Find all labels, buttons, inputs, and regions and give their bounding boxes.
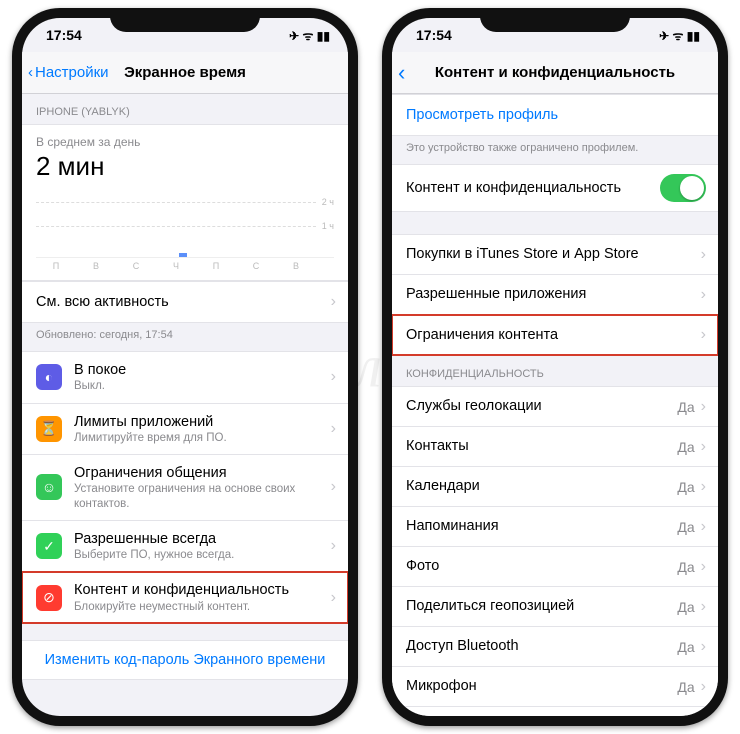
phone-right: 17:54 ✈ ᯤ ▮▮ ‹ Контент и конфиденциально…	[382, 8, 728, 726]
content-privacy-row[interactable]: ⊘ Контент и конфиденциальность Блокируйт…	[22, 572, 348, 623]
downtime-row[interactable]: ◐ В покое Выкл. ›	[22, 352, 348, 404]
status-icons: ✈ ᯤ ▮▮	[659, 27, 700, 44]
chevron-right-icon: ›	[331, 420, 336, 438]
see-all-activity[interactable]: См. всю активность ›	[22, 282, 348, 322]
hourglass-icon: ⏳	[36, 416, 62, 442]
privacy-photos-row[interactable]: Фото Да ›	[392, 547, 718, 587]
status-time: 17:54	[416, 27, 452, 43]
page-title: Контент и конфиденциальность	[435, 64, 675, 81]
view-profile-row[interactable]: Просмотреть профиль	[392, 95, 718, 135]
content-privacy-toggle-row: Контент и конфиденциальность	[392, 165, 718, 211]
privacy-microphone-row[interactable]: Микрофон Да ›	[392, 667, 718, 707]
privacy-contacts-row[interactable]: Контакты Да ›	[392, 427, 718, 467]
avg-label: В среднем за день	[36, 135, 334, 149]
chevron-left-icon: ‹	[398, 60, 405, 86]
allowed-apps-row[interactable]: Разрешенные приложения ›	[392, 275, 718, 315]
moon-icon: ◐	[36, 364, 62, 390]
chevron-right-icon: ›	[331, 293, 336, 311]
phone-left: 17:54 ✈ ᯤ ▮▮ ‹ Настройки Экранное время …	[12, 8, 358, 726]
avg-value: 2 мин	[36, 151, 334, 182]
profile-footer: Это устройство также ограничено профилем…	[392, 136, 718, 164]
chevron-right-icon: ›	[701, 398, 706, 416]
privacy-location-row[interactable]: Службы геолокации Да ›	[392, 387, 718, 427]
privacy-bluetooth-row[interactable]: Доступ Bluetooth Да ›	[392, 627, 718, 667]
chart-gridlabel: 1 ч	[322, 221, 334, 231]
content-privacy-toggle[interactable]	[660, 174, 706, 202]
chevron-right-icon: ›	[701, 598, 706, 616]
chevron-right-icon: ›	[701, 286, 706, 304]
privacy-reminders-row[interactable]: Напоминания Да ›	[392, 507, 718, 547]
back-label: Настройки	[35, 64, 109, 81]
status-icons: ✈ ᯤ ▮▮	[289, 27, 330, 44]
chevron-right-icon: ›	[701, 326, 706, 344]
chart-bar	[179, 253, 187, 257]
notch	[480, 8, 630, 32]
chevron-right-icon: ›	[331, 368, 336, 386]
always-allowed-row[interactable]: ✓ Разрешенные всегда Выберите ПО, нужное…	[22, 521, 348, 573]
chevron-right-icon: ›	[701, 438, 706, 456]
status-time: 17:54	[46, 27, 82, 43]
app-limits-row[interactable]: ⏳ Лимиты приложений Лимитируйте время дл…	[22, 404, 348, 456]
chart-days: П В С Ч П С В	[36, 261, 316, 271]
chevron-right-icon: ›	[701, 638, 706, 656]
updated-label: Обновлено: сегодня, 17:54	[22, 323, 348, 351]
chevron-right-icon: ›	[331, 537, 336, 555]
back-button[interactable]: ‹ Настройки	[28, 64, 109, 81]
chart-gridlabel: 2 ч	[322, 197, 334, 207]
itunes-purchases-row[interactable]: Покупки в iTunes Store и App Store ›	[392, 235, 718, 275]
communication-limits-row[interactable]: ☺ Ограничения общения Установите огранич…	[22, 455, 348, 521]
chevron-right-icon: ›	[701, 678, 706, 696]
page-title: Экранное время	[124, 64, 246, 81]
content-restrictions-row[interactable]: Ограничения контента ›	[392, 315, 718, 355]
chevron-right-icon: ›	[331, 478, 336, 496]
nav-bar: ‹ Контент и конфиденциальность	[392, 52, 718, 94]
privacy-speech-row[interactable]: Распознавание речи Да ›	[392, 707, 718, 716]
chevron-right-icon: ›	[701, 518, 706, 536]
back-button[interactable]: ‹	[398, 60, 405, 86]
nav-bar: ‹ Настройки Экранное время	[22, 52, 348, 94]
people-icon: ☺	[36, 474, 62, 500]
usage-chart: 2 ч 1 ч П В С Ч П С В	[36, 188, 334, 258]
chevron-left-icon: ‹	[28, 64, 33, 81]
check-icon: ✓	[36, 533, 62, 559]
chevron-right-icon: ›	[331, 589, 336, 607]
chevron-right-icon: ›	[701, 478, 706, 496]
daily-average-block: В среднем за день 2 мин 2 ч 1 ч П В С Ч …	[22, 124, 348, 281]
privacy-header: КОНФИДЕНЦИАЛЬНОСТЬ	[392, 356, 718, 386]
device-header: IPHONE (YABLYK)	[22, 94, 348, 124]
change-passcode-link[interactable]: Изменить код-пароль Экранного времени	[22, 640, 348, 680]
chevron-right-icon: ›	[701, 558, 706, 576]
chevron-right-icon: ›	[701, 246, 706, 264]
privacy-share-location-row[interactable]: Поделиться геопозицией Да ›	[392, 587, 718, 627]
privacy-calendars-row[interactable]: Календари Да ›	[392, 467, 718, 507]
notch	[110, 8, 260, 32]
no-entry-icon: ⊘	[36, 585, 62, 611]
